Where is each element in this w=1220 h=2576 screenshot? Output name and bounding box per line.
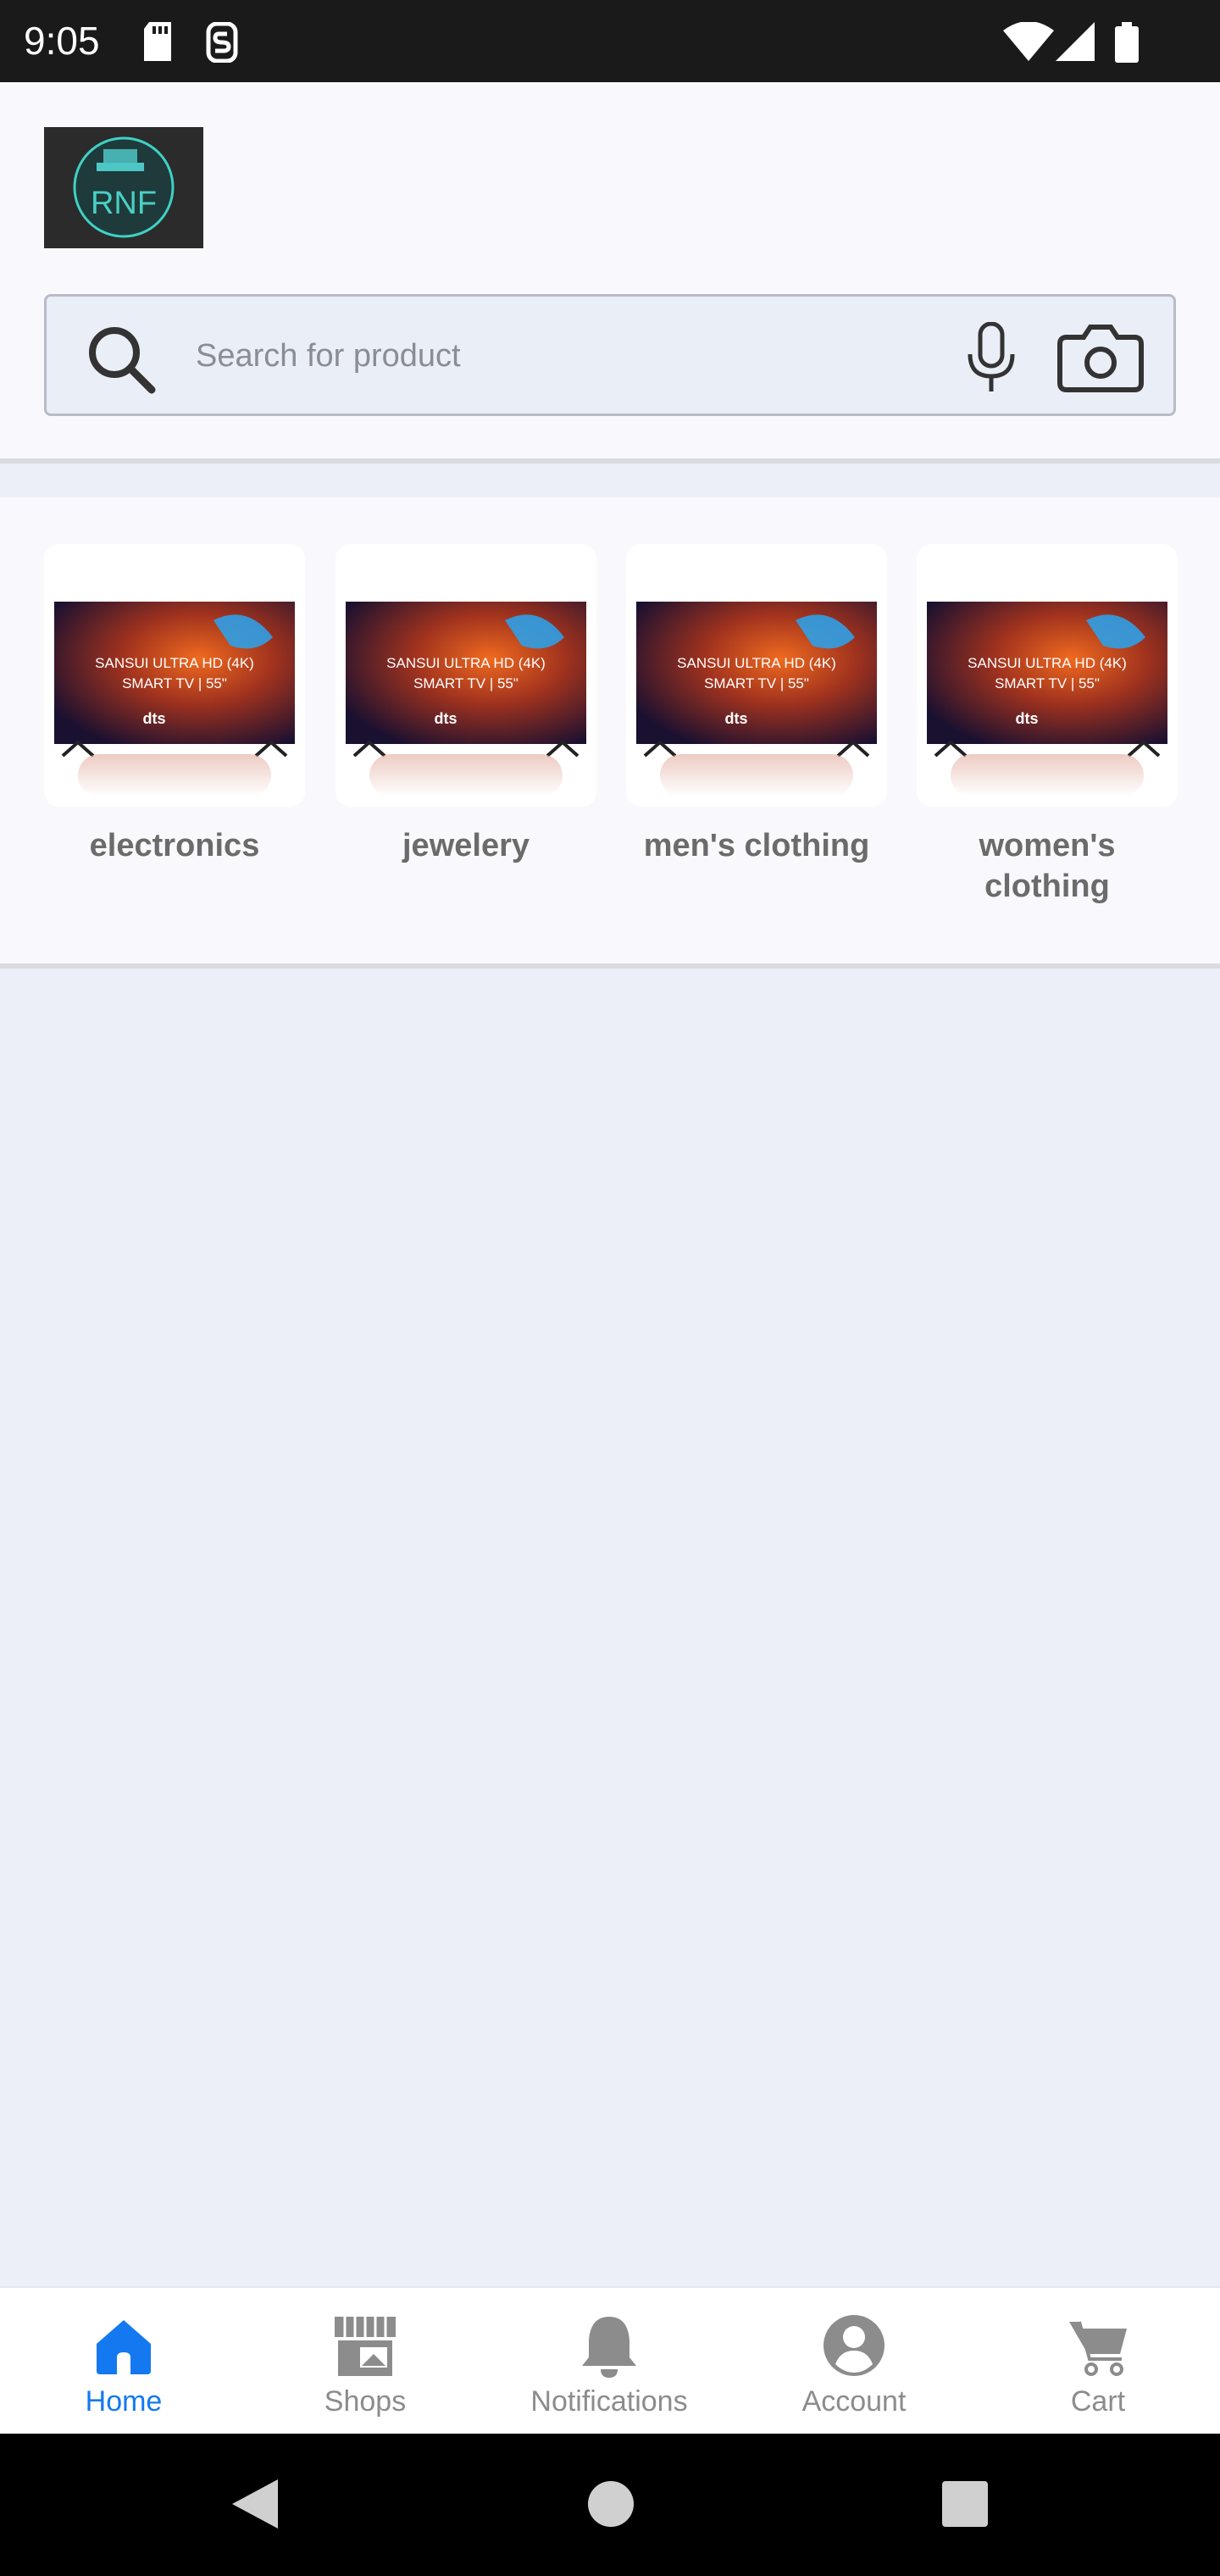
mic-icon[interactable] xyxy=(963,322,1019,393)
nav-label-shops: Shops xyxy=(324,2385,407,2418)
category-image[interactable]: SANSUI ULTRA HD (4K) SMART TV | 55" dts xyxy=(917,544,1178,807)
category-label: electronics xyxy=(89,828,260,863)
svg-text:SANSUI ULTRA HD (4K): SANSUI ULTRA HD (4K) xyxy=(386,655,546,671)
s-icon xyxy=(206,22,238,63)
nav-item-account[interactable]: Account xyxy=(732,2288,976,2435)
svg-text:SANSUI ULTRA HD (4K): SANSUI ULTRA HD (4K) xyxy=(95,655,254,671)
svg-text:dts: dts xyxy=(435,710,458,727)
category-label: women's clothing xyxy=(979,828,1116,904)
nav-label-account: Account xyxy=(801,2385,907,2418)
logo-graphic: RNF xyxy=(73,136,175,238)
category-item-jewelery[interactable]: SANSUI ULTRA HD (4K) SMART TV | 55" dts … xyxy=(336,544,596,866)
svg-text:SANSUI ULTRA HD (4K): SANSUI ULTRA HD (4K) xyxy=(968,655,1127,671)
svg-text:SMART TV | 55": SMART TV | 55" xyxy=(413,675,518,691)
svg-text:dts: dts xyxy=(143,710,166,727)
svg-text:dts: dts xyxy=(725,710,748,727)
category-label: jewelery xyxy=(402,828,530,863)
status-bar: 9:05 xyxy=(0,0,1220,82)
battery-icon xyxy=(1115,22,1139,63)
app-logo[interactable]: RNF xyxy=(44,127,203,248)
category-image[interactable]: SANSUI ULTRA HD (4K) SMART TV | 55" dts xyxy=(336,544,596,807)
svg-text:dts: dts xyxy=(1016,710,1039,727)
wifi-icon xyxy=(1003,22,1054,61)
recents-icon[interactable] xyxy=(937,2476,993,2532)
category-image[interactable]: SANSUI ULTRA HD (4K) SMART TV | 55" dts xyxy=(44,544,305,807)
account-icon xyxy=(824,2315,884,2376)
nav-label-home: Home xyxy=(85,2385,163,2418)
svg-text:SANSUI ULTRA HD (4K): SANSUI ULTRA HD (4K) xyxy=(677,655,836,671)
signal-icon xyxy=(1056,22,1095,61)
category-label: men's clothing xyxy=(643,828,870,863)
search-bar[interactable] xyxy=(44,294,1176,416)
category-image[interactable]: SANSUI ULTRA HD (4K) SMART TV | 55" dts xyxy=(626,544,887,807)
category-item-electronics[interactable]: SANSUI ULTRA HD (4K) SMART TV | 55" dts … xyxy=(44,544,305,866)
svg-text:RNF: RNF xyxy=(91,186,157,221)
nav-label-cart: Cart xyxy=(1070,2385,1126,2418)
back-icon[interactable] xyxy=(227,2476,283,2532)
shop-icon xyxy=(335,2317,396,2376)
app-header: RNF xyxy=(0,82,1220,464)
camera-icon[interactable] xyxy=(1056,322,1145,393)
bottom-navigation: Home Shops Notifications Account Cart xyxy=(0,2286,1220,2434)
nav-item-shops[interactable]: Shops xyxy=(243,2288,487,2435)
nav-item-cart[interactable]: Cart xyxy=(976,2288,1220,2435)
nav-item-home[interactable]: Home xyxy=(2,2288,246,2435)
search-icon[interactable] xyxy=(84,322,157,395)
nav-item-notifications[interactable]: Notifications xyxy=(487,2288,731,2435)
sd-card-icon xyxy=(144,22,171,61)
category-item-mens-clothing[interactable]: SANSUI ULTRA HD (4K) SMART TV | 55" dts … xyxy=(626,544,887,866)
svg-text:SMART TV | 55": SMART TV | 55" xyxy=(122,675,227,691)
svg-text:SMART TV | 55": SMART TV | 55" xyxy=(995,675,1100,691)
svg-text:SMART TV | 55": SMART TV | 55" xyxy=(704,675,809,691)
home-icon xyxy=(97,2320,151,2374)
status-time: 9:05 xyxy=(24,19,100,63)
bell-icon xyxy=(582,2317,636,2378)
category-item-womens-clothing[interactable]: SANSUI ULTRA HD (4K) SMART TV | 55" dts … xyxy=(917,544,1178,907)
cart-icon xyxy=(1069,2321,1127,2376)
search-input[interactable] xyxy=(196,329,975,383)
home-circle-icon[interactable] xyxy=(583,2476,639,2532)
nav-label-notifications: Notifications xyxy=(530,2385,688,2418)
system-navigation-bar xyxy=(0,2434,1220,2576)
category-list: SANSUI ULTRA HD (4K) SMART TV | 55" dts … xyxy=(0,497,1220,969)
